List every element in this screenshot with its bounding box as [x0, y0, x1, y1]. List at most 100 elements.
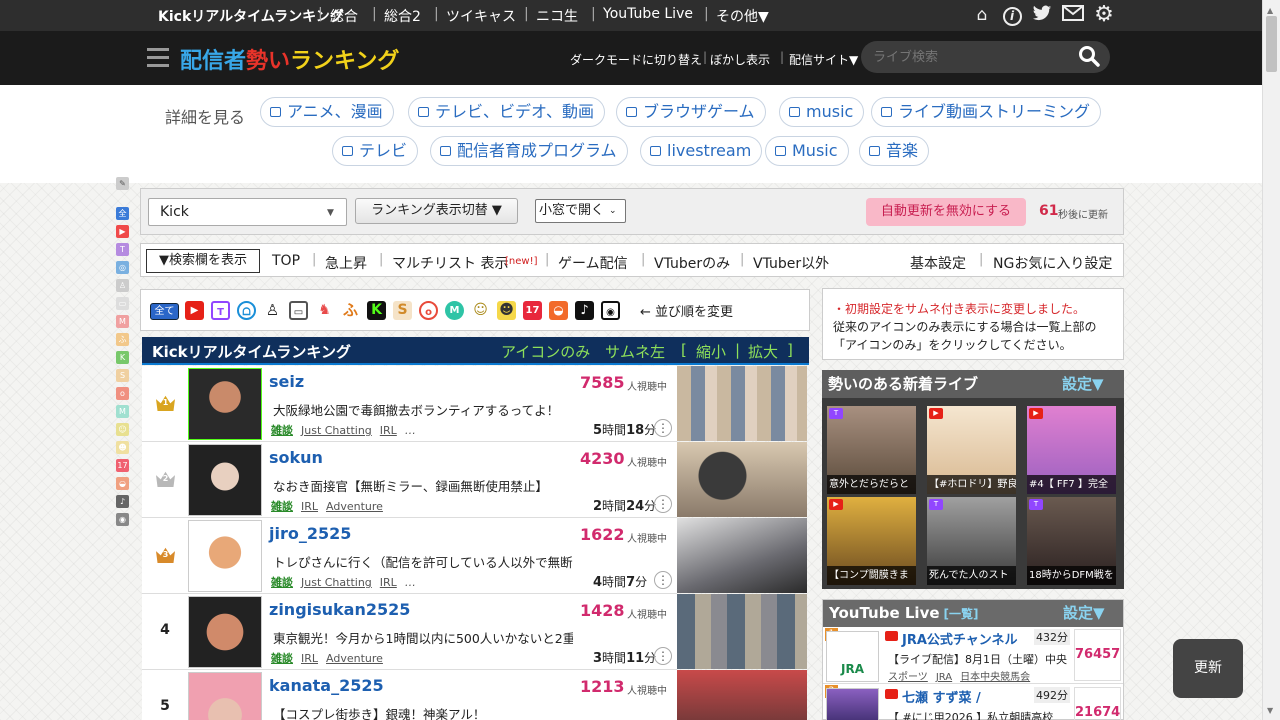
side-youtube-icon[interactable]: ▶ [116, 225, 129, 238]
side-tv-icon[interactable]: ▭ [116, 297, 129, 310]
new-live-thumbnail[interactable]: ▶ #4【 FF7 】完全 [1027, 406, 1116, 494]
category-chip-music[interactable]: music [779, 97, 865, 127]
streamer-name[interactable]: kanata_2525 [269, 676, 384, 695]
tag[interactable]: スポーツ [888, 672, 928, 683]
streamer-name[interactable]: zingisukan2525 [269, 600, 410, 619]
open-mode-select[interactable]: 小窓で開く ⌄ [535, 199, 626, 223]
more-options-icon[interactable]: ⋮ [654, 647, 672, 665]
side-17-icon[interactable]: 17 [116, 459, 129, 472]
ranking-row[interactable]: 4 zingisukan2525 1428 人視聴中 東京観光！今月から1時間以… [142, 594, 677, 670]
tag[interactable]: IRL [380, 576, 397, 589]
tag[interactable]: Just Chatting [301, 576, 372, 589]
tab-top[interactable]: TOP [272, 253, 300, 269]
side-o-icon[interactable]: o [116, 387, 129, 400]
side-fuwa-icon[interactable]: ふ [116, 333, 129, 346]
fuwa-icon[interactable]: ふ [341, 301, 360, 320]
nav-niconico[interactable]: ニコ生 [536, 6, 578, 26]
tab-non-vtuber[interactable]: VTuber以外 [753, 253, 829, 273]
category-chip-tv-video[interactable]: テレビ、ビデオ、動画 [408, 97, 606, 127]
new-live-thumbnail[interactable]: ▶ 【#ホロドリ】野良 [927, 406, 1016, 494]
nonbiri-icon[interactable]: ☻ [497, 301, 516, 320]
filter-all-button[interactable]: 全て [150, 303, 179, 320]
category-chip-ongaku[interactable]: 音楽 [859, 136, 930, 166]
new-live-thumbnail[interactable]: T 18時からDFM戦を [1027, 497, 1116, 585]
whowatch-icon[interactable]: ᗝ [237, 301, 256, 320]
side-openrec-icon[interactable]: ◉ [116, 513, 129, 526]
more-options-icon[interactable]: ⋮ [654, 571, 672, 589]
blur-toggle[interactable]: ぼかし表示 [710, 51, 770, 68]
nav-other-dropdown[interactable]: その他▼ [716, 6, 769, 26]
openrec-icon[interactable]: ◉ [601, 301, 620, 320]
category-chip-music2[interactable]: Music [765, 136, 849, 166]
darkmode-toggle[interactable]: ダークモードに切り替え [570, 51, 702, 68]
side-s-icon[interactable]: S [116, 369, 129, 382]
side-whowatch-icon[interactable]: ◎ [116, 261, 129, 274]
hamburger-menu-icon[interactable] [147, 48, 169, 68]
enlarge-link[interactable]: 拡大 [748, 341, 778, 362]
avatar[interactable] [188, 672, 262, 720]
streamer-name[interactable]: sokun [269, 448, 323, 467]
category-chip-anime[interactable]: アニメ、漫画 [260, 97, 394, 127]
stream-thumbnail[interactable] [677, 366, 807, 441]
side-showroom-icon[interactable]: ◒ [116, 477, 129, 490]
side-candle-icon[interactable]: ♙ [116, 279, 129, 292]
shrink-link[interactable]: 縮小 [696, 341, 726, 362]
live-search-input[interactable] [861, 41, 1110, 73]
new-live-thumbnail[interactable]: T 意外とだらだらと [827, 406, 916, 494]
search-toggle-button[interactable]: ▼検索欄を表示 [146, 249, 260, 273]
youtube-live-item[interactable]: 2 七瀬 すず菜 / 492分 【 #にじ甲2026 】私立朝晴高校 21674 [823, 685, 1123, 720]
nav-kick-ranking[interactable]: Kickリアルタイムランキング [158, 6, 344, 26]
avatar[interactable] [188, 520, 262, 592]
side-pk-icon[interactable]: ☺ [116, 423, 129, 436]
home-icon[interactable]: ⌂ [971, 5, 993, 25]
side-all-icon[interactable]: 全 [116, 207, 129, 220]
avatar[interactable] [188, 368, 262, 440]
tag[interactable]: Adventure [326, 500, 383, 513]
category-chip-training[interactable]: 配信者育成プログラム [430, 136, 628, 166]
stream-title[interactable]: トレぴさんに行く（配信を許可している人以外で無断ミラー [273, 552, 573, 571]
scrollbar-thumb[interactable] [1266, 16, 1277, 72]
showroom-icon[interactable]: ◒ [549, 301, 568, 320]
stream-title[interactable]: 【ライブ配信】8月1日（土曜）中央 [888, 651, 1073, 667]
youtube-live-item[interactable]: 1 JRA JRA公式チャンネル 432分 【ライブ配信】8月1日（土曜）中央 … [823, 628, 1123, 684]
channel-avatar[interactable]: JRA [826, 631, 879, 682]
ng-favorite-settings-link[interactable]: NGお気に入り設定 [993, 253, 1112, 273]
ranking-row[interactable]: 3 jiro_2525 1622 人視聴中 トレぴさんに行く（配信を許可している… [142, 518, 677, 594]
side-tiktok-icon[interactable]: ♪ [116, 495, 129, 508]
ranking-row[interactable]: 2 sokun 4230 人視聴中 なおき面接官【無断ミラー、録画無断使用禁止】… [142, 442, 677, 518]
edit-icon[interactable]: ✎ [116, 177, 129, 190]
stream-thumbnail[interactable] [677, 594, 807, 669]
openrec-o-icon[interactable]: o [419, 301, 438, 320]
tab-game[interactable]: ゲーム配信 [558, 253, 628, 273]
more-options-icon[interactable]: ⋮ [654, 495, 672, 513]
channel-name[interactable]: 七瀬 すず菜 / [902, 687, 981, 706]
17live-icon[interactable]: 17 [523, 301, 542, 320]
tag[interactable]: IRL [301, 500, 318, 513]
gear-icon[interactable]: ⚙ [1093, 4, 1115, 26]
stream-title[interactable]: 【 #にじ甲2026 】私立朝晴高校 [888, 709, 1073, 720]
update-button[interactable]: 更新 [1173, 639, 1243, 698]
youtube-icon[interactable]: ▶ [185, 301, 204, 320]
pococha-icon[interactable]: ☺ [471, 301, 490, 320]
tag[interactable]: 雑談 [271, 500, 293, 513]
ranking-row[interactable]: 5 kanata_2525 1213 人視聴中 【コスプレ街歩き】銀魂！神楽アル… [142, 670, 677, 720]
scroll-up-icon[interactable]: ▲ [1267, 6, 1273, 15]
tag[interactable]: Adventure [326, 652, 383, 665]
ranking-view-toggle-button[interactable]: ランキング表示切替 ▼ [355, 198, 518, 224]
scroll-down-icon[interactable]: ▼ [1267, 706, 1273, 715]
page-scrollbar[interactable]: ▲ ▼ [1262, 0, 1280, 720]
sort-order-hint[interactable]: ← 並び順を変更 [640, 301, 733, 320]
site-select-dropdown[interactable]: 配信サイト▼ [789, 51, 858, 68]
streamer-name[interactable]: jiro_2525 [269, 524, 351, 543]
side-kick-icon[interactable]: K [116, 351, 129, 364]
tab-rising[interactable]: 急上昇 [325, 253, 367, 273]
info-icon[interactable]: i [1001, 5, 1023, 26]
new-live-settings-link[interactable]: 設定▼ [1062, 370, 1104, 398]
s-service-icon[interactable]: S [393, 301, 412, 320]
side-nb-icon[interactable]: ☻ [116, 441, 129, 454]
tag[interactable]: 日本中央競馬会 [960, 672, 1030, 683]
avatar[interactable] [188, 444, 262, 516]
category-chip-browser-game[interactable]: ブラウザゲーム [616, 97, 766, 127]
thumb-left-link[interactable]: サムネ左 [605, 341, 665, 362]
mildom-icon[interactable]: ♞ [315, 301, 334, 320]
